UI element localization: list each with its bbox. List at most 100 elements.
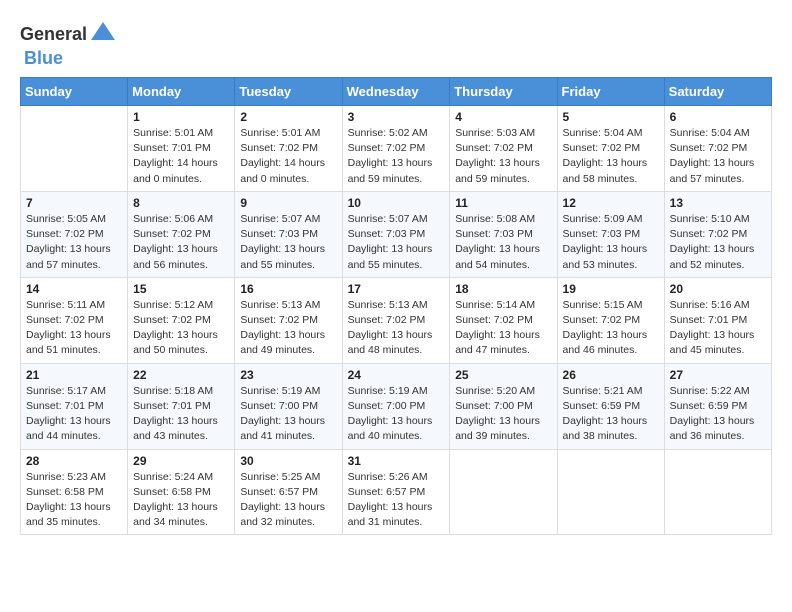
calendar-header-tuesday: Tuesday xyxy=(235,78,342,106)
calendar-cell: 23 Sunrise: 5:19 AM Sunset: 7:00 PM Dayli… xyxy=(235,363,342,449)
calendar-cell: 22 Sunrise: 5:18 AM Sunset: 7:01 PM Dayli… xyxy=(128,363,235,449)
day-info: Sunrise: 5:04 AM Sunset: 7:02 PM Dayligh… xyxy=(670,126,766,187)
day-info: Sunrise: 5:19 AM Sunset: 7:00 PM Dayligh… xyxy=(240,384,336,445)
day-info: Sunrise: 5:12 AM Sunset: 7:02 PM Dayligh… xyxy=(133,298,229,359)
calendar-cell: 27 Sunrise: 5:22 AM Sunset: 6:59 PM Dayli… xyxy=(664,363,771,449)
day-number: 14 xyxy=(26,282,122,296)
day-info: Sunrise: 5:17 AM Sunset: 7:01 PM Dayligh… xyxy=(26,384,122,445)
day-info: Sunrise: 5:15 AM Sunset: 7:02 PM Dayligh… xyxy=(563,298,659,359)
day-info: Sunrise: 5:01 AM Sunset: 7:02 PM Dayligh… xyxy=(240,126,336,187)
day-number: 17 xyxy=(348,282,445,296)
day-number: 3 xyxy=(348,110,445,124)
day-info: Sunrise: 5:07 AM Sunset: 7:03 PM Dayligh… xyxy=(240,212,336,273)
calendar-cell: 12 Sunrise: 5:09 AM Sunset: 7:03 PM Dayli… xyxy=(557,191,664,277)
day-number: 20 xyxy=(670,282,766,296)
day-info: Sunrise: 5:13 AM Sunset: 7:02 PM Dayligh… xyxy=(348,298,445,359)
calendar-cell: 1 Sunrise: 5:01 AM Sunset: 7:01 PM Daylig… xyxy=(128,106,235,192)
day-number: 26 xyxy=(563,368,659,382)
calendar-week-4: 21 Sunrise: 5:17 AM Sunset: 7:01 PM Dayli… xyxy=(21,363,772,449)
day-number: 21 xyxy=(26,368,122,382)
calendar-cell: 21 Sunrise: 5:17 AM Sunset: 7:01 PM Dayli… xyxy=(21,363,128,449)
day-info: Sunrise: 5:11 AM Sunset: 7:02 PM Dayligh… xyxy=(26,298,122,359)
calendar-table: SundayMondayTuesdayWednesdayThursdayFrid… xyxy=(20,77,772,535)
day-info: Sunrise: 5:23 AM Sunset: 6:58 PM Dayligh… xyxy=(26,470,122,531)
day-number: 5 xyxy=(563,110,659,124)
calendar-week-5: 28Sunrise: 5:23 AM Sunset: 6:58 PM Dayli… xyxy=(21,449,772,535)
day-info: Sunrise: 5:09 AM Sunset: 7:03 PM Dayligh… xyxy=(563,212,659,273)
calendar-cell xyxy=(21,106,128,192)
calendar-cell: 9 Sunrise: 5:07 AM Sunset: 7:03 PM Daylig… xyxy=(235,191,342,277)
calendar-cell: 18 Sunrise: 5:14 AM Sunset: 7:02 PM Dayli… xyxy=(450,277,557,363)
day-number: 27 xyxy=(670,368,766,382)
day-info: Sunrise: 5:08 AM Sunset: 7:03 PM Dayligh… xyxy=(455,212,551,273)
day-number: 12 xyxy=(563,196,659,210)
day-info: Sunrise: 5:14 AM Sunset: 7:02 PM Dayligh… xyxy=(455,298,551,359)
day-info: Sunrise: 5:16 AM Sunset: 7:01 PM Dayligh… xyxy=(670,298,766,359)
calendar-cell: 20 Sunrise: 5:16 AM Sunset: 7:01 PM Dayli… xyxy=(664,277,771,363)
calendar-week-3: 14 Sunrise: 5:11 AM Sunset: 7:02 PM Dayli… xyxy=(21,277,772,363)
day-info: Sunrise: 5:04 AM Sunset: 7:02 PM Dayligh… xyxy=(563,126,659,187)
day-info: Sunrise: 5:07 AM Sunset: 7:03 PM Dayligh… xyxy=(348,212,445,273)
day-info: Sunrise: 5:24 AM Sunset: 6:58 PM Dayligh… xyxy=(133,470,229,531)
calendar-cell: 28Sunrise: 5:23 AM Sunset: 6:58 PM Dayli… xyxy=(21,449,128,535)
day-number: 6 xyxy=(670,110,766,124)
calendar-cell: 25Sunrise: 5:20 AM Sunset: 7:00 PM Dayli… xyxy=(450,363,557,449)
calendar-cell: 2 Sunrise: 5:01 AM Sunset: 7:02 PM Daylig… xyxy=(235,106,342,192)
day-info: Sunrise: 5:01 AM Sunset: 7:01 PM Dayligh… xyxy=(133,126,229,187)
day-info: Sunrise: 5:10 AM Sunset: 7:02 PM Dayligh… xyxy=(670,212,766,273)
calendar-header-row: SundayMondayTuesdayWednesdayThursdayFrid… xyxy=(21,78,772,106)
day-number: 25 xyxy=(455,368,551,382)
day-info: Sunrise: 5:05 AM Sunset: 7:02 PM Dayligh… xyxy=(26,212,122,273)
calendar-cell: 6 Sunrise: 5:04 AM Sunset: 7:02 PM Daylig… xyxy=(664,106,771,192)
day-number: 31 xyxy=(348,454,445,468)
day-number: 19 xyxy=(563,282,659,296)
logo-text-general: General xyxy=(20,24,87,45)
day-number: 18 xyxy=(455,282,551,296)
calendar-header-thursday: Thursday xyxy=(450,78,557,106)
day-number: 15 xyxy=(133,282,229,296)
calendar-cell: 13 Sunrise: 5:10 AM Sunset: 7:02 PM Dayli… xyxy=(664,191,771,277)
day-number: 8 xyxy=(133,196,229,210)
calendar-week-1: 1 Sunrise: 5:01 AM Sunset: 7:01 PM Daylig… xyxy=(21,106,772,192)
calendar-cell xyxy=(664,449,771,535)
day-number: 10 xyxy=(348,196,445,210)
day-number: 1 xyxy=(133,110,229,124)
day-number: 24 xyxy=(348,368,445,382)
day-info: Sunrise: 5:06 AM Sunset: 7:02 PM Dayligh… xyxy=(133,212,229,273)
calendar-cell: 29Sunrise: 5:24 AM Sunset: 6:58 PM Dayli… xyxy=(128,449,235,535)
logo: General Blue xyxy=(20,20,117,69)
calendar-header-saturday: Saturday xyxy=(664,78,771,106)
day-info: Sunrise: 5:13 AM Sunset: 7:02 PM Dayligh… xyxy=(240,298,336,359)
calendar-cell: 31 Sunrise: 5:26 AM Sunset: 6:57 PM Dayli… xyxy=(342,449,450,535)
day-number: 22 xyxy=(133,368,229,382)
page-header: General Blue xyxy=(20,20,772,69)
day-info: Sunrise: 5:03 AM Sunset: 7:02 PM Dayligh… xyxy=(455,126,551,187)
calendar-cell: 17 Sunrise: 5:13 AM Sunset: 7:02 PM Dayli… xyxy=(342,277,450,363)
calendar-cell: 3 Sunrise: 5:02 AM Sunset: 7:02 PM Daylig… xyxy=(342,106,450,192)
day-number: 2 xyxy=(240,110,336,124)
calendar-cell: 16 Sunrise: 5:13 AM Sunset: 7:02 PM Dayli… xyxy=(235,277,342,363)
day-number: 23 xyxy=(240,368,336,382)
day-info: Sunrise: 5:02 AM Sunset: 7:02 PM Dayligh… xyxy=(348,126,445,187)
calendar-cell: 15 Sunrise: 5:12 AM Sunset: 7:02 PM Dayli… xyxy=(128,277,235,363)
day-info: Sunrise: 5:25 AM Sunset: 6:57 PM Dayligh… xyxy=(240,470,336,531)
calendar-cell: 30 Sunrise: 5:25 AM Sunset: 6:57 PM Dayli… xyxy=(235,449,342,535)
day-info: Sunrise: 5:22 AM Sunset: 6:59 PM Dayligh… xyxy=(670,384,766,445)
calendar-header-wednesday: Wednesday xyxy=(342,78,450,106)
logo-icon xyxy=(89,20,117,48)
calendar-cell: 4Sunrise: 5:03 AM Sunset: 7:02 PM Daylig… xyxy=(450,106,557,192)
day-number: 16 xyxy=(240,282,336,296)
day-number: 7 xyxy=(26,196,122,210)
day-number: 9 xyxy=(240,196,336,210)
calendar-cell: 11 Sunrise: 5:08 AM Sunset: 7:03 PM Dayli… xyxy=(450,191,557,277)
day-info: Sunrise: 5:18 AM Sunset: 7:01 PM Dayligh… xyxy=(133,384,229,445)
calendar-week-2: 7 Sunrise: 5:05 AM Sunset: 7:02 PM Daylig… xyxy=(21,191,772,277)
calendar-cell: 8 Sunrise: 5:06 AM Sunset: 7:02 PM Daylig… xyxy=(128,191,235,277)
calendar-cell xyxy=(557,449,664,535)
day-number: 13 xyxy=(670,196,766,210)
day-info: Sunrise: 5:26 AM Sunset: 6:57 PM Dayligh… xyxy=(348,470,445,531)
calendar-cell: 19 Sunrise: 5:15 AM Sunset: 7:02 PM Dayli… xyxy=(557,277,664,363)
day-number: 30 xyxy=(240,454,336,468)
calendar-cell: 5 Sunrise: 5:04 AM Sunset: 7:02 PM Daylig… xyxy=(557,106,664,192)
day-number: 11 xyxy=(455,196,551,210)
